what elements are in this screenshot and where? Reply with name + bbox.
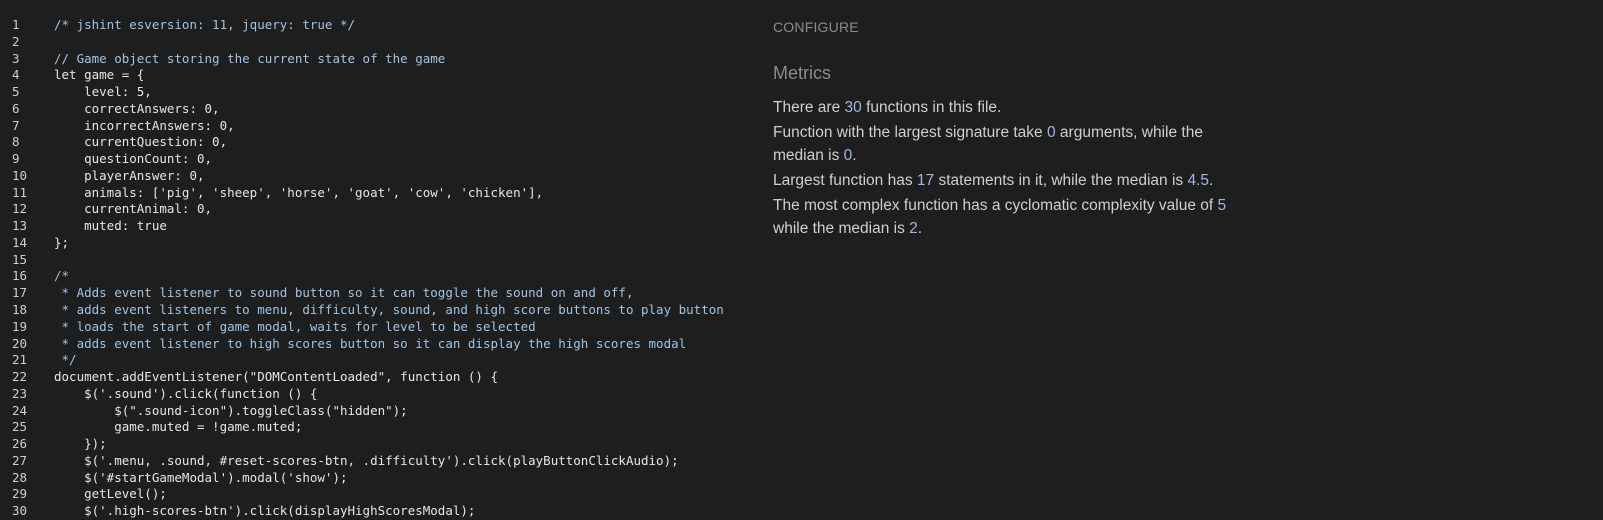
line-text: correctAnswers: 0, bbox=[54, 100, 220, 116]
line-text: * loads the start of game modal, waits f… bbox=[54, 318, 536, 334]
line-text: currentAnimal: 0, bbox=[54, 201, 213, 217]
line-text: }; bbox=[54, 234, 70, 250]
line-number: 16 bbox=[12, 268, 28, 284]
line-text: animals: ['pig', 'sheep', 'horse', 'goat… bbox=[54, 184, 544, 200]
line-text: game.muted = !game.muted; bbox=[54, 419, 303, 435]
code-line[interactable]: 4 let game = { bbox=[0, 67, 760, 84]
line-text: $('.menu, .sound, #reset-scores-btn, .di… bbox=[54, 452, 679, 468]
line-text: * adds event listener to high scores but… bbox=[54, 335, 687, 351]
line-text: * Adds event listener to sound button so… bbox=[54, 285, 634, 301]
configure-button[interactable]: CONFIGURE bbox=[773, 19, 859, 35]
line-text: * adds event listeners to menu, difficul… bbox=[54, 302, 724, 318]
code-line[interactable]: 10 playerAnswer: 0, bbox=[0, 168, 760, 185]
line-number: 6 bbox=[12, 100, 20, 116]
line-text: /* bbox=[54, 268, 70, 284]
code-line[interactable]: 23 $('.sound').click(function () { bbox=[0, 386, 760, 403]
line-text: */ bbox=[54, 352, 77, 368]
code-line[interactable]: 16 /* bbox=[0, 268, 760, 285]
line-number: 23 bbox=[12, 385, 28, 401]
code-line[interactable]: 2 bbox=[0, 34, 760, 51]
code-line[interactable]: 7 incorrectAnswers: 0, bbox=[0, 118, 760, 135]
line-number: 28 bbox=[12, 469, 28, 485]
line-number: 24 bbox=[12, 402, 28, 418]
metric-function-count: There are 30 functions in this file. bbox=[773, 99, 1002, 116]
line-text: $('.sound').click(function () { bbox=[54, 385, 318, 401]
line-text: $(".sound-icon").toggleClass("hidden"); bbox=[54, 402, 408, 418]
line-number: 17 bbox=[12, 285, 28, 301]
line-number: 10 bbox=[12, 167, 28, 183]
code-line[interactable]: 22 document.addEventListener("DOMContentL… bbox=[0, 369, 760, 386]
code-line[interactable]: 19 * loads the start of game modal, wait… bbox=[0, 319, 760, 336]
line-number: 9 bbox=[12, 151, 20, 167]
line-number: 3 bbox=[12, 50, 20, 66]
metric-complexity: The most complex function has a cyclomat… bbox=[773, 197, 1227, 237]
line-number: 26 bbox=[12, 436, 28, 452]
line-text: playerAnswer: 0, bbox=[54, 167, 205, 183]
code-line[interactable]: 12 currentAnimal: 0, bbox=[0, 201, 760, 218]
line-number: 27 bbox=[12, 452, 28, 468]
code-line[interactable]: 3 // Game object storing the current stat… bbox=[0, 51, 760, 68]
code-line[interactable]: 18 * adds event listeners to menu, diffi… bbox=[0, 302, 760, 319]
code-line[interactable]: 8 currentQuestion: 0, bbox=[0, 134, 760, 151]
line-text: let game = { bbox=[54, 67, 145, 83]
code-line[interactable]: 13 muted: true bbox=[0, 218, 760, 235]
code-line[interactable]: 1 /* jshint esversion: 11, jquery: true *… bbox=[0, 17, 760, 34]
code-line[interactable]: 6 correctAnswers: 0, bbox=[0, 101, 760, 118]
code-line[interactable]: 9 questionCount: 0, bbox=[0, 151, 760, 168]
code-line[interactable]: 21 */ bbox=[0, 352, 760, 369]
line-number: 13 bbox=[12, 218, 28, 234]
line-number: 11 bbox=[12, 184, 28, 200]
line-number: 20 bbox=[12, 335, 28, 351]
line-number: 21 bbox=[12, 352, 28, 368]
line-text: getLevel(); bbox=[54, 486, 167, 502]
line-number: 30 bbox=[12, 503, 28, 519]
code-line[interactable]: 30 $('.high-scores-btn').click(displayHi… bbox=[0, 503, 760, 520]
code-line[interactable]: 26 }); bbox=[0, 436, 760, 453]
line-number: 2 bbox=[12, 33, 20, 49]
line-number: 25 bbox=[12, 419, 28, 435]
code-line[interactable]: 24 $(".sound-icon").toggleClass("hidden"… bbox=[0, 403, 760, 420]
line-text: $('.high-scores-btn').click(displayHighS… bbox=[54, 503, 476, 519]
line-text: incorrectAnswers: 0, bbox=[54, 117, 235, 133]
line-number: 22 bbox=[12, 369, 28, 385]
line-text: $('#startGameModal').modal('show'); bbox=[54, 469, 348, 485]
code-line[interactable]: 15 bbox=[0, 252, 760, 269]
line-text: document.addEventListener("DOMContentLoa… bbox=[54, 369, 499, 385]
line-number: 18 bbox=[12, 302, 28, 318]
line-number: 29 bbox=[12, 486, 28, 502]
code-line[interactable]: 14}; bbox=[0, 235, 760, 252]
line-text: // Game object storing the current state… bbox=[54, 50, 446, 66]
metrics-body: There are 30 functions in this file. Fun… bbox=[773, 96, 1233, 242]
line-text: questionCount: 0, bbox=[54, 151, 213, 167]
line-number: 15 bbox=[12, 251, 28, 267]
line-text: }); bbox=[54, 436, 107, 452]
line-number: 19 bbox=[12, 318, 28, 334]
line-number: 8 bbox=[12, 134, 20, 150]
code-line[interactable]: 11 animals: ['pig', 'sheep', 'horse', 'g… bbox=[0, 185, 760, 202]
metrics-title: Metrics bbox=[773, 63, 831, 83]
line-number: 5 bbox=[12, 84, 20, 100]
line-text: muted: true bbox=[54, 218, 167, 234]
metric-signature: Function with the largest signature take… bbox=[773, 124, 1203, 164]
line-number: 1 bbox=[12, 17, 20, 32]
line-number: 4 bbox=[12, 67, 20, 83]
code-line[interactable]: 17 * Adds event listener to sound button… bbox=[0, 285, 760, 302]
code-editor[interactable]: 1 /* jshint esversion: 11, jquery: true *… bbox=[0, 17, 760, 520]
code-line[interactable]: 28 $('#startGameModal').modal('show'); bbox=[0, 470, 760, 487]
line-number: 7 bbox=[12, 117, 20, 133]
line-text: currentQuestion: 0, bbox=[54, 134, 228, 150]
code-line[interactable]: 5 level: 5, bbox=[0, 84, 760, 101]
line-text: level: 5, bbox=[54, 84, 152, 100]
line-text: /* jshint esversion: 11, jquery: true */ bbox=[54, 17, 356, 32]
line-number: 14 bbox=[12, 234, 28, 250]
code-line[interactable]: 20 * adds event listener to high scores … bbox=[0, 336, 760, 353]
code-line[interactable]: 25 game.muted = !game.muted; bbox=[0, 419, 760, 436]
code-line[interactable]: 29 getLevel(); bbox=[0, 486, 760, 503]
metric-statements: Largest function has 17 statements in it… bbox=[773, 172, 1214, 189]
line-number: 12 bbox=[12, 201, 28, 217]
code-line[interactable]: 27 $('.menu, .sound, #reset-scores-btn, … bbox=[0, 453, 760, 470]
